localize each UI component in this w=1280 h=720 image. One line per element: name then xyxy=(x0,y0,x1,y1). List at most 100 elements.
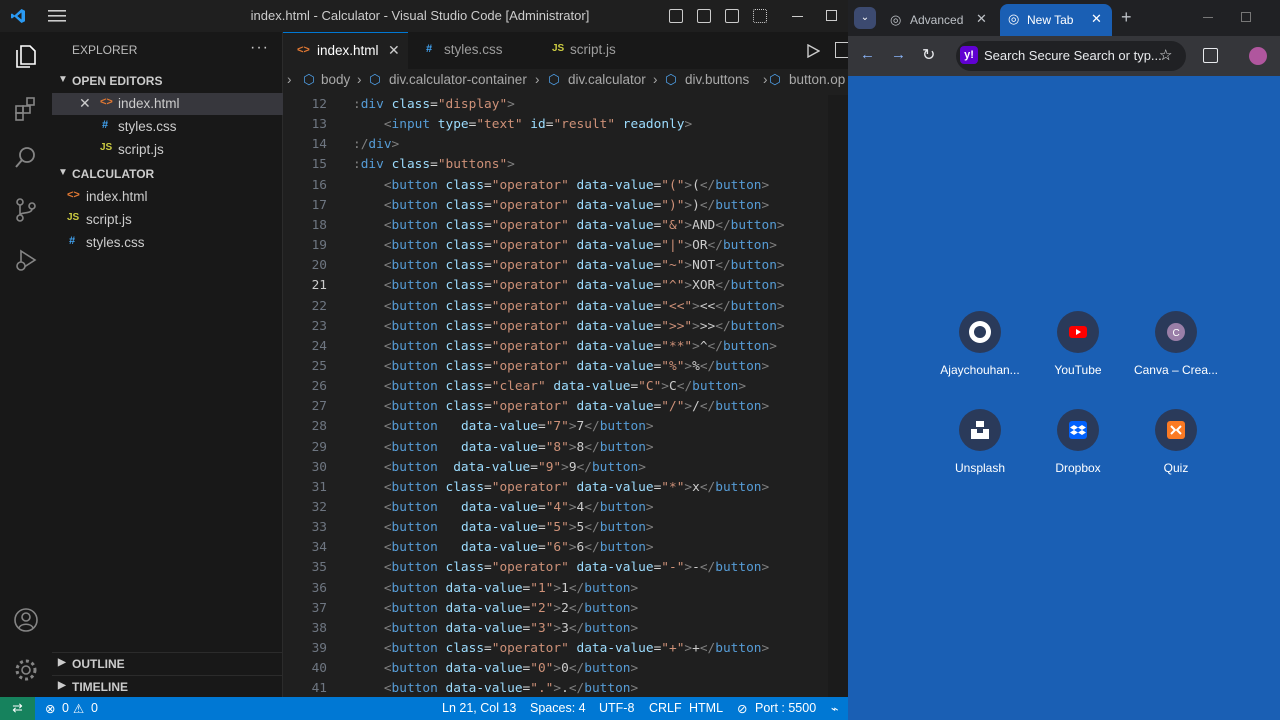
code-line[interactable]: <button data-value="7">7</button> xyxy=(353,419,654,434)
open-editor-script-js[interactable]: JS script.js xyxy=(52,139,283,161)
open-editor-index-html[interactable]: ✕ <> index.html xyxy=(52,93,283,115)
code-line[interactable]: <button data-value="1">1</button> xyxy=(353,581,638,596)
shortcut-youtube[interactable]: YouTube xyxy=(1032,311,1124,391)
extensions-icon[interactable] xyxy=(1203,48,1218,63)
breadcrumb-item[interactable]: div.buttons xyxy=(685,72,749,87)
code-line[interactable]: <button class="clear" data-value="C">C</… xyxy=(353,379,746,394)
code-line[interactable]: <button class="operator" data-value="<<"… xyxy=(353,299,785,314)
warnings-icon[interactable]: ⚠ xyxy=(73,701,84,716)
browser-tab-new-tab[interactable]: ◎ New Tab ✕ xyxy=(1000,4,1112,36)
forward-icon[interactable]: → xyxy=(891,46,906,63)
code-line[interactable]: <button class="operator" data-value=")">… xyxy=(353,198,769,213)
code-line[interactable]: <button class="operator" data-value="&">… xyxy=(353,218,785,233)
new-tab-icon[interactable]: + xyxy=(1121,7,1132,28)
search-icon[interactable] xyxy=(12,144,40,172)
run-debug-icon[interactable] xyxy=(12,246,40,274)
toggle-panel-icon[interactable] xyxy=(697,9,711,23)
code-line[interactable]: <button data-value="5">5</button> xyxy=(353,520,654,535)
line-ending[interactable]: CRLF xyxy=(649,701,682,715)
errors-icon[interactable]: ⊗ xyxy=(45,701,55,716)
shortcut-github[interactable]: Ajaychouhan... xyxy=(934,311,1026,391)
split-editor-icon[interactable] xyxy=(835,42,849,58)
code-line[interactable]: <button data-value="8">8</button> xyxy=(353,440,654,455)
shortcut-quiz[interactable]: Quiz xyxy=(1130,409,1222,489)
language-mode[interactable]: HTML xyxy=(689,701,723,715)
code-line[interactable]: <button data-value="6">6</button> xyxy=(353,540,654,555)
file-index-html[interactable]: <> index.html xyxy=(52,186,283,208)
tab-search-icon[interactable]: ⌄ xyxy=(854,7,876,29)
live-server-port[interactable]: Port : 5500 xyxy=(755,701,816,715)
tab-script-js[interactable]: JS script.js xyxy=(536,32,664,69)
profile-avatar[interactable] xyxy=(1249,47,1267,65)
encoding[interactable]: UTF-8 xyxy=(599,701,634,715)
open-editors-section[interactable]: ▼ OPEN EDITORS xyxy=(52,70,283,92)
reload-icon[interactable]: ↻ xyxy=(922,45,935,65)
vscode-logo-icon[interactable] xyxy=(10,8,26,24)
breadcrumb-item[interactable]: body xyxy=(321,72,350,87)
file-styles-css[interactable]: # styles.css xyxy=(52,232,283,254)
code-line[interactable]: <button class="operator" data-value="+">… xyxy=(353,641,769,656)
timeline-section[interactable]: ▶ TIMELINE xyxy=(52,675,283,697)
close-tab-icon[interactable]: ✕ xyxy=(1091,11,1102,27)
browser-tab-advanced[interactable]: ◎ Advanced C ✕ xyxy=(882,6,996,36)
code-line[interactable]: <button class="operator" data-value="%">… xyxy=(353,359,769,374)
shortcut-dropbox[interactable]: Dropbox xyxy=(1032,409,1124,489)
code-line[interactable]: <button class="operator" data-value="/">… xyxy=(353,399,769,414)
tab-styles-css[interactable]: # styles.css xyxy=(408,32,536,69)
menu-icon[interactable] xyxy=(48,9,66,23)
code-line[interactable]: <button class="operator" data-value="|">… xyxy=(353,238,777,253)
code-line[interactable]: <button data-value="4">4</button> xyxy=(353,500,654,515)
code-line[interactable]: :div class="buttons"> xyxy=(353,157,515,172)
maximize-icon[interactable] xyxy=(826,10,837,21)
code-editor[interactable]: 12:div class="display"> 13 <input type="t… xyxy=(283,95,848,697)
close-icon[interactable]: ✕ xyxy=(79,95,91,112)
run-icon[interactable] xyxy=(807,44,820,58)
remote-indicator-icon[interactable]: ⇄ xyxy=(0,697,35,720)
outline-section[interactable]: ▶ OUTLINE xyxy=(52,652,283,674)
more-actions-icon[interactable]: ··· xyxy=(250,39,269,57)
accounts-icon[interactable] xyxy=(12,606,40,634)
indentation[interactable]: Spaces: 4 xyxy=(530,701,586,715)
back-icon[interactable]: ← xyxy=(860,46,875,63)
shortcut-canva[interactable]: C Canva – Crea... xyxy=(1130,311,1222,391)
code-line[interactable]: <button data-value="0">0</button> xyxy=(353,661,638,676)
explorer-icon[interactable] xyxy=(12,42,40,70)
breadcrumb-item[interactable]: div.calculator-container xyxy=(389,72,527,87)
cursor-position[interactable]: Ln 21, Col 13 xyxy=(442,701,516,715)
code-line[interactable]: <button class="operator" data-value="-">… xyxy=(353,560,769,575)
extensions-icon[interactable] xyxy=(12,94,40,122)
code-line[interactable]: <button data-value="9">9</button> xyxy=(353,460,646,475)
calculator-folder-section[interactable]: ▼ CALCULATOR xyxy=(52,163,283,185)
toggle-sidebar-icon[interactable] xyxy=(669,9,683,23)
open-editor-styles-css[interactable]: # styles.css xyxy=(52,116,283,138)
omnibox[interactable]: y! Search Secure Search or typ... ☆ xyxy=(956,41,1186,71)
file-script-js[interactable]: JS script.js xyxy=(52,209,283,231)
code-line[interactable]: <button data-value="2">2</button> xyxy=(353,601,638,616)
code-line[interactable]: <button class="operator" data-value="(">… xyxy=(353,178,769,193)
maximize-icon[interactable] xyxy=(1241,12,1251,22)
code-line[interactable]: <button class="operator" data-value="^">… xyxy=(353,278,785,293)
notifications-icon[interactable]: ⌁ xyxy=(831,701,839,716)
close-tab-icon[interactable]: ✕ xyxy=(976,11,987,27)
code-line[interactable]: <button data-value="3">3</button> xyxy=(353,621,638,636)
shortcut-unsplash[interactable]: Unsplash xyxy=(934,409,1026,489)
code-line[interactable]: <input type="text" id="result" readonly> xyxy=(353,117,692,132)
code-line[interactable]: <button class="operator" data-value="~">… xyxy=(353,258,785,273)
code-line[interactable]: :/div> xyxy=(353,137,399,152)
warning-count[interactable]: 0 xyxy=(91,701,98,715)
breadcrumb-item[interactable]: div.calculator xyxy=(568,72,646,87)
minimap[interactable] xyxy=(828,95,848,697)
close-tab-icon[interactable]: ✕ xyxy=(388,42,400,59)
error-count[interactable]: 0 xyxy=(62,701,69,715)
minimize-icon[interactable] xyxy=(1203,17,1213,18)
code-line[interactable]: <button data-value=".">.</button> xyxy=(353,681,638,696)
code-line[interactable]: <button class="operator" data-value="**"… xyxy=(353,339,777,354)
customize-layout-icon[interactable] xyxy=(753,9,767,23)
settings-gear-icon[interactable] xyxy=(12,656,40,684)
source-control-icon[interactable] xyxy=(12,196,40,224)
breadcrumb-item[interactable]: button.op xyxy=(789,72,845,87)
minimize-icon[interactable] xyxy=(792,16,803,17)
toggle-secondary-sidebar-icon[interactable] xyxy=(725,9,739,23)
code-line[interactable]: <button class="operator" data-value=">>"… xyxy=(353,319,785,334)
code-line[interactable]: <button class="operator" data-value="*">… xyxy=(353,480,769,495)
